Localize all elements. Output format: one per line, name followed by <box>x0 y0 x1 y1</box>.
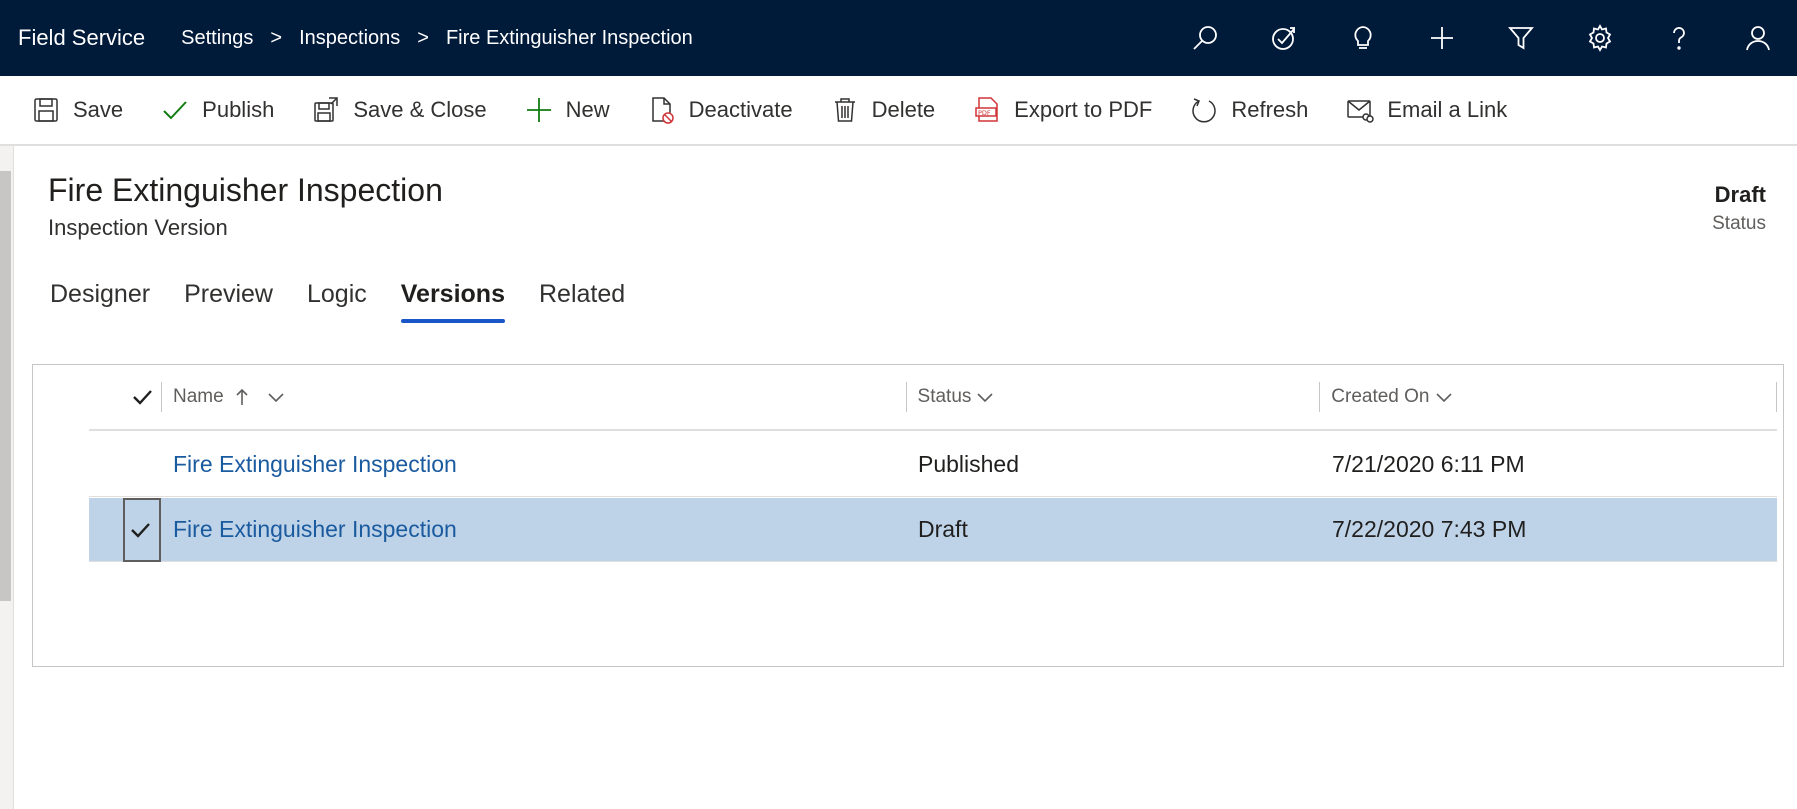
checkmark-icon <box>133 390 152 405</box>
cell-name: Fire Extinguisher Inspection <box>161 516 906 543</box>
pdf-icon: PDF <box>975 97 998 122</box>
checkmark-icon <box>131 522 150 538</box>
search-icon[interactable] <box>1165 0 1244 76</box>
breadcrumb-separator: > <box>270 26 283 49</box>
refresh-button[interactable]: Refresh <box>1190 75 1308 145</box>
svg-text:PDF: PDF <box>978 109 991 117</box>
sort-ascending-icon <box>236 388 248 405</box>
breadcrumb-item-settings[interactable]: Settings <box>181 27 253 50</box>
status-label: Status <box>1712 213 1766 234</box>
select-all-checkbox[interactable] <box>89 364 161 430</box>
top-nav-bar: Field Service Settings > Inspections > F… <box>0 0 1797 76</box>
chevron-down-icon[interactable] <box>975 387 995 407</box>
record-link[interactable]: Fire Extinguisher Inspection <box>173 516 457 542</box>
tab-logic[interactable]: Logic <box>307 280 367 323</box>
save-close-icon <box>314 97 339 122</box>
breadcrumb-item-current: Fire Extinguisher Inspection <box>445 26 693 49</box>
breadcrumb: Settings > Inspections > Fire Extinguish… <box>181 27 693 50</box>
row-checkbox[interactable] <box>89 433 161 497</box>
tab-designer[interactable]: Designer <box>50 280 150 323</box>
cell-created-on: 7/22/2020 7:43 PM <box>1332 516 1527 542</box>
tab-preview[interactable]: Preview <box>184 280 273 323</box>
breadcrumb-separator: > <box>417 26 429 49</box>
trash-icon <box>834 98 855 122</box>
tab-related[interactable]: Related <box>539 280 625 323</box>
form-tabs: Designer Preview Logic Versions Related <box>50 280 659 323</box>
plus-icon <box>526 98 551 122</box>
breadcrumb-item-inspections[interactable]: Inspections <box>299 27 400 50</box>
export-pdf-label: Export to PDF <box>1014 97 1153 122</box>
command-bar: Save Publish Save & Close New Deactivate… <box>0 76 1797 146</box>
email-link-label: Email a Link <box>1387 97 1508 122</box>
target-check-icon[interactable] <box>1244 0 1323 76</box>
delete-label: Delete <box>871 97 936 122</box>
deactivate-button[interactable]: Deactivate <box>648 75 793 145</box>
scrollbar-thumb[interactable] <box>0 171 11 601</box>
column-header-name[interactable]: Name <box>160 364 906 430</box>
plus-icon[interactable] <box>1402 0 1481 76</box>
save-close-label: Save & Close <box>353 97 487 122</box>
save-label: Save <box>73 97 124 122</box>
app-name[interactable]: Field Service <box>18 25 145 51</box>
record-link[interactable]: Fire Extinguisher Inspection <box>173 451 457 477</box>
column-header-status[interactable]: Status <box>905 364 1320 430</box>
refresh-icon <box>1192 98 1217 123</box>
new-label: New <box>565 97 610 122</box>
cell-status: Published <box>918 451 1020 477</box>
filter-icon[interactable] <box>1481 0 1560 76</box>
chevron-down-icon[interactable] <box>1434 387 1454 407</box>
export-pdf-button[interactable]: PDF Export to PDF <box>973 75 1152 145</box>
deactivate-label: Deactivate <box>688 97 793 122</box>
user-icon[interactable] <box>1718 0 1797 76</box>
left-scrollbar[interactable] <box>0 146 14 809</box>
publish-button[interactable]: Publish <box>161 75 274 145</box>
chevron-down-icon[interactable] <box>266 387 286 407</box>
table-row-selected[interactable]: Fire Extinguisher Inspection Draft 7/22/… <box>89 497 1777 562</box>
save-icon <box>34 98 58 122</box>
column-header-created-on-label: Created On <box>1331 386 1430 407</box>
record-title: Fire Extinguisher Inspection <box>48 172 443 208</box>
top-icon-bar <box>1165 0 1797 76</box>
column-divider <box>1776 382 1777 412</box>
tab-versions[interactable]: Versions <box>400 280 506 323</box>
table-row[interactable]: Fire Extinguisher Inspection Published 7… <box>89 433 1777 497</box>
versions-grid: Name Status Created On Fire Extinguisher… <box>32 364 1784 667</box>
help-icon[interactable] <box>1639 0 1718 76</box>
publish-label: Publish <box>202 97 275 122</box>
email-link-button[interactable]: Email a Link <box>1346 75 1507 145</box>
checkmark-icon <box>163 101 187 120</box>
save-close-button[interactable]: Save & Close <box>312 75 487 145</box>
cell-status: Draft <box>918 516 968 542</box>
column-header-status-label: Status <box>917 386 972 407</box>
new-button[interactable]: New <box>525 75 610 145</box>
email-link-icon <box>1347 100 1375 123</box>
gear-icon[interactable] <box>1560 0 1639 76</box>
delete-button[interactable]: Delete <box>831 75 936 145</box>
refresh-label: Refresh <box>1231 97 1309 122</box>
deactivate-icon <box>651 97 674 124</box>
grid-header: Name Status Created On <box>89 365 1777 431</box>
row-checkbox[interactable] <box>123 497 161 562</box>
status-value: Draft <box>1714 182 1766 207</box>
column-header-created-on[interactable]: Created On <box>1319 364 1776 430</box>
record-subtitle: Inspection Version <box>48 215 228 240</box>
lightbulb-icon[interactable] <box>1323 0 1402 76</box>
cell-name: Fire Extinguisher Inspection <box>161 451 906 478</box>
cell-created-on: 7/21/2020 6:11 PM <box>1332 451 1525 477</box>
save-button[interactable]: Save <box>32 75 123 145</box>
column-header-name-label: Name <box>172 386 224 407</box>
